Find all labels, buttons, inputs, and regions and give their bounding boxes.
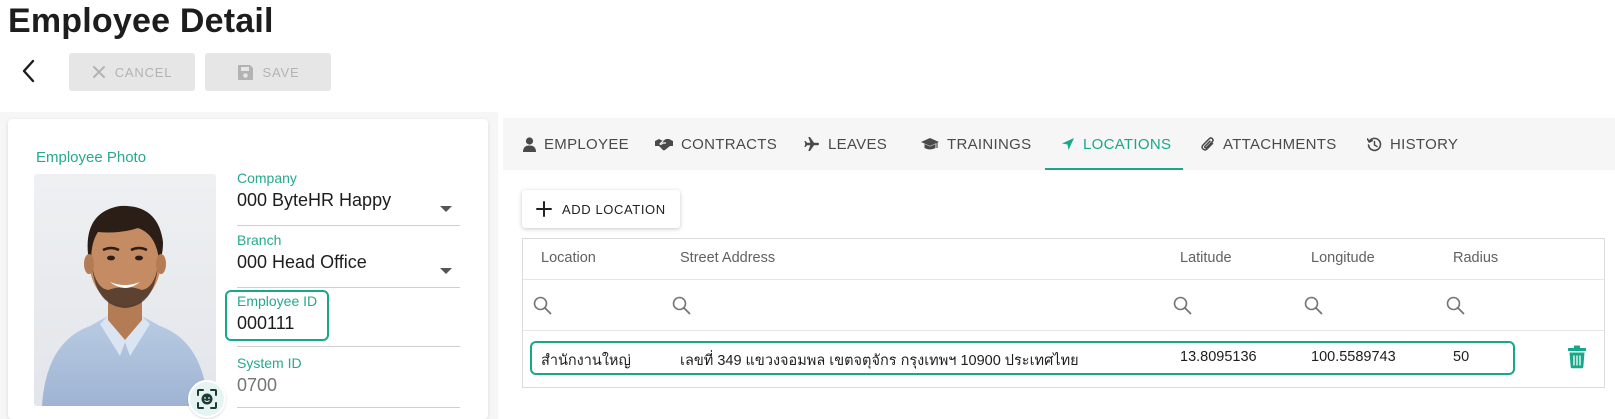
system-id-label: System ID xyxy=(237,355,302,371)
system-id-value: 0700 xyxy=(237,375,278,395)
tab-employee[interactable]: EMPLOYEE xyxy=(523,118,629,170)
employee-id-underline xyxy=(237,346,460,347)
tab-label: CONTRACTS xyxy=(681,135,778,153)
tab-label: ATTACHMENTS xyxy=(1223,135,1337,153)
company-select[interactable]: Company 000 ByteHR Happy xyxy=(237,170,460,226)
cancel-button[interactable]: CANCEL xyxy=(69,53,195,91)
employee-photo[interactable] xyxy=(34,174,216,406)
chevron-down-icon xyxy=(440,268,452,274)
filter-row xyxy=(523,279,1604,331)
company-label: Company xyxy=(237,170,297,186)
location-arrow-icon xyxy=(1062,138,1074,150)
tab-attachments[interactable]: ATTACHMENTS xyxy=(1201,118,1337,170)
company-value: 000 ByteHR Happy xyxy=(237,190,392,210)
tab-history[interactable]: HISTORY xyxy=(1367,118,1458,170)
back-button[interactable] xyxy=(14,56,42,86)
table-header: Location Street Address Latitude Longitu… xyxy=(523,239,1604,279)
company-underline xyxy=(237,225,460,226)
tab-label: HISTORY xyxy=(1390,135,1459,153)
chevron-left-icon xyxy=(22,59,35,83)
branch-value: 000 Head Office xyxy=(237,252,367,272)
tab-label: LEAVES xyxy=(828,135,888,153)
search-icon[interactable] xyxy=(1304,296,1323,315)
person-icon xyxy=(523,136,536,152)
page-title: Employee Detail xyxy=(8,2,274,40)
graduation-cap-icon xyxy=(921,138,939,150)
add-location-label: ADD LOCATION xyxy=(562,201,666,217)
close-icon xyxy=(92,66,105,78)
column-header-street-address[interactable]: Street Address xyxy=(680,250,775,266)
column-header-longitude[interactable]: Longitude xyxy=(1311,250,1375,266)
plus-icon xyxy=(536,201,552,217)
floppy-disk-icon xyxy=(237,64,253,80)
tab-locations[interactable]: LOCATIONS xyxy=(1061,118,1171,170)
tab-label: TRAININGS xyxy=(947,135,1032,153)
location-row-highlight xyxy=(530,341,1515,375)
handshake-icon xyxy=(655,138,673,150)
save-button-label: SAVE xyxy=(262,64,300,80)
chevron-down-icon xyxy=(440,206,452,212)
tab-leaves[interactable]: LEAVES xyxy=(804,118,887,170)
employee-id-highlight xyxy=(225,290,329,341)
cancel-button-label: CANCEL xyxy=(114,64,173,80)
plane-icon xyxy=(804,137,819,151)
search-icon[interactable] xyxy=(672,296,691,315)
history-icon xyxy=(1367,137,1382,151)
column-header-location[interactable]: Location xyxy=(541,250,596,266)
branch-underline xyxy=(237,287,460,288)
column-header-latitude[interactable]: Latitude xyxy=(1180,250,1232,266)
column-header-radius[interactable]: Radius xyxy=(1453,250,1498,266)
branch-label: Branch xyxy=(237,232,282,248)
add-location-button[interactable]: ADD LOCATION xyxy=(522,190,680,228)
employee-portrait-image xyxy=(34,174,216,406)
system-id-underline xyxy=(237,407,460,408)
search-icon[interactable] xyxy=(533,296,552,315)
trash-icon[interactable] xyxy=(1567,345,1587,369)
face-scan-button[interactable] xyxy=(188,380,226,418)
search-icon[interactable] xyxy=(1446,296,1465,315)
paperclip-icon xyxy=(1201,137,1214,151)
tab-contracts[interactable]: CONTRACTS xyxy=(655,118,777,170)
tab-bar: EMPLOYEE CONTRACTS LEAVES TRAININGS LOCA… xyxy=(503,118,1615,170)
face-scan-icon xyxy=(197,389,217,409)
tab-label: EMPLOYEE xyxy=(544,135,629,153)
employee-photo-label: Employee Photo xyxy=(36,149,147,166)
save-button[interactable]: SAVE xyxy=(205,53,331,91)
branch-select[interactable]: Branch 000 Head Office xyxy=(237,232,460,288)
system-id-field: System ID 0700 xyxy=(237,355,460,408)
tab-trainings[interactable]: TRAININGS xyxy=(921,118,1031,170)
search-icon[interactable] xyxy=(1173,296,1192,315)
tab-label: LOCATIONS xyxy=(1083,135,1172,153)
